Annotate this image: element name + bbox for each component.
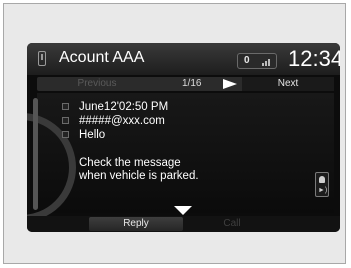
down-arrow-icon[interactable]	[174, 206, 192, 215]
parked-notice-line2: when vehicle is parked.	[79, 170, 199, 182]
parked-notice-line1: Check the message	[79, 157, 181, 169]
next-button[interactable]: Next	[242, 77, 334, 91]
page-counter: 1/16	[182, 78, 202, 89]
account-name: Acount AAA	[59, 49, 145, 66]
footer-bar: Reply Call	[27, 216, 340, 232]
message-datetime: June12'02:50 PM	[79, 101, 169, 113]
signal-status: 0	[237, 53, 277, 69]
figure-frame: Acount AAA 0 12:34 Previous 1/16 Next Ju…	[3, 3, 346, 264]
voice-control-icon	[319, 176, 325, 183]
display-screen: Acount AAA 0 12:34 Previous 1/16 Next Ju…	[27, 43, 340, 232]
speaker-icon: ►)	[318, 187, 328, 194]
checkbox-icon	[62, 103, 69, 110]
message-text: Hello	[79, 129, 106, 141]
call-button[interactable]: Call	[202, 217, 262, 231]
message-sender: #####@xxx.com	[79, 115, 165, 127]
reply-button[interactable]: Reply	[89, 217, 183, 231]
voice-control-button[interactable]: ►)	[315, 172, 329, 197]
scrollbar[interactable]	[33, 98, 38, 210]
next-arrow-icon	[223, 79, 237, 89]
checkbox-icon	[62, 117, 69, 124]
signal-label: 0	[244, 55, 250, 66]
clock: 12:34	[288, 46, 340, 71]
phone-icon	[38, 51, 46, 66]
message-nav-bar: Previous 1/16 Next	[37, 77, 334, 91]
signal-icon	[262, 57, 272, 66]
previous-button[interactable]: Previous	[37, 77, 157, 91]
checkbox-icon	[62, 131, 69, 138]
header-bar: Acount AAA 0 12:34	[27, 43, 340, 75]
